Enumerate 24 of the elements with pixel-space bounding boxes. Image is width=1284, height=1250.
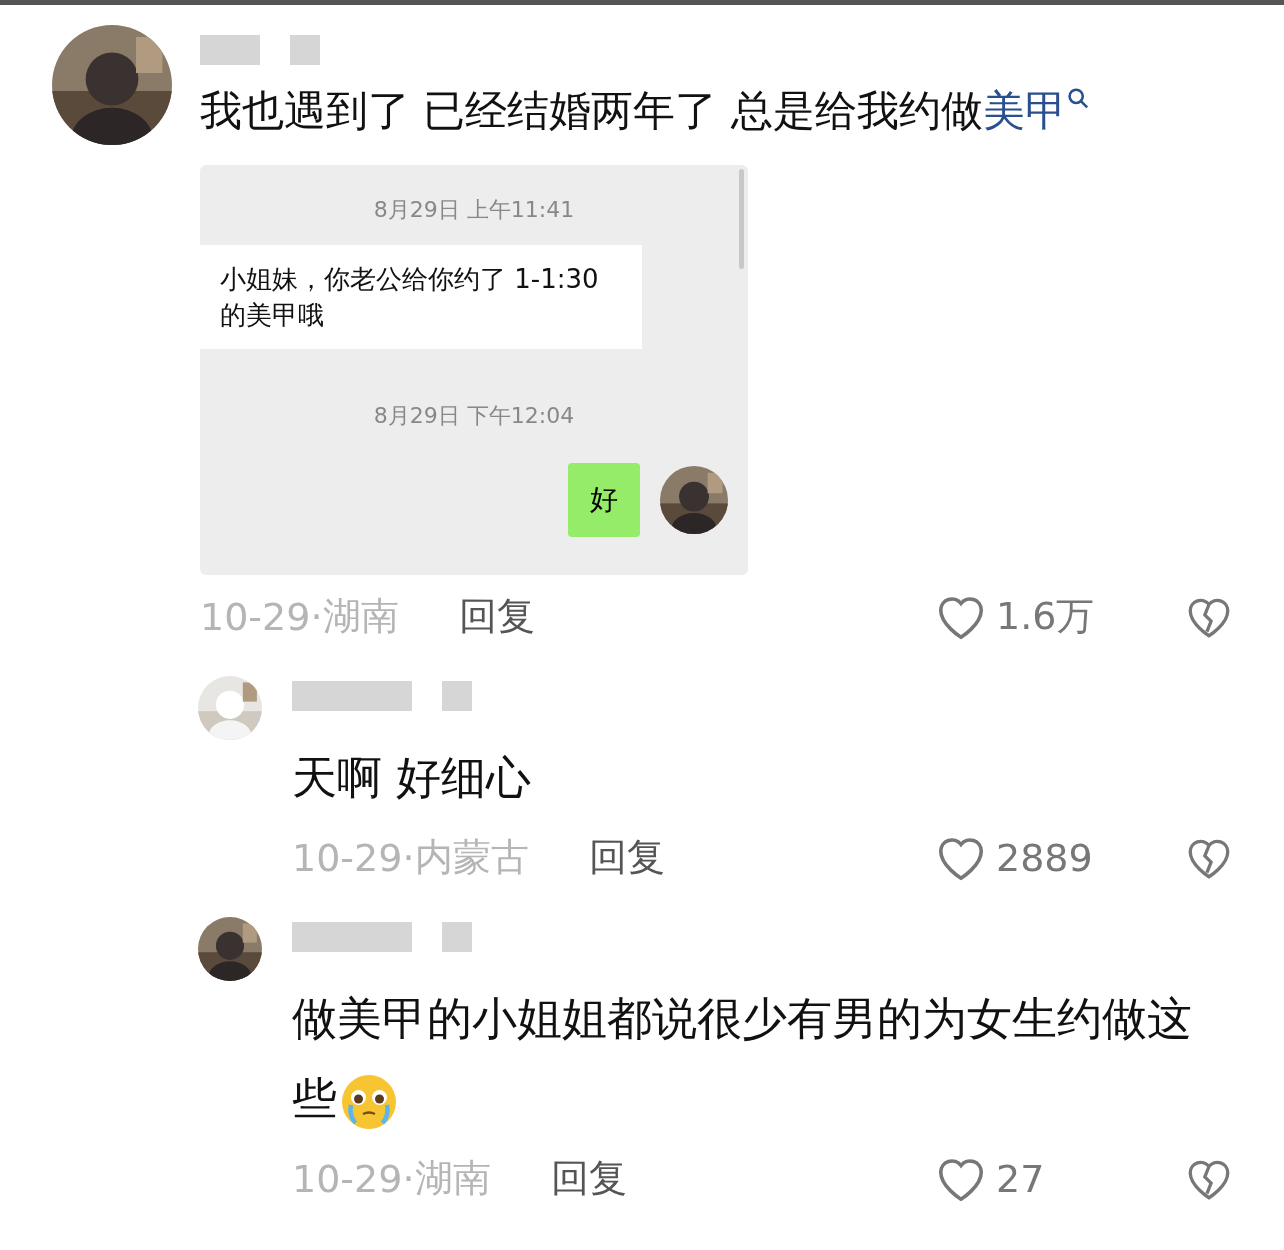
chat-bubble: 小姐妹，你老公给你约了 1-1:30 的美甲哦 bbox=[200, 245, 642, 349]
comment-text: 我也遇到了 已经结婚两年了 总是给我约做美甲 bbox=[200, 81, 1234, 141]
reply-button[interactable]: 回复 bbox=[588, 832, 665, 883]
redacted-name bbox=[442, 681, 472, 711]
keyword-link[interactable]: 美甲 bbox=[982, 86, 1089, 135]
comment-text: 天啊 好细心 bbox=[292, 750, 533, 806]
like-count: 1.6万 bbox=[996, 593, 1095, 640]
comment-date: 10-29· bbox=[200, 594, 323, 639]
comment-location: 内蒙古 bbox=[414, 834, 529, 881]
comment-date: 10-29· bbox=[292, 1156, 415, 1201]
reply-button[interactable]: 回复 bbox=[550, 1153, 627, 1204]
like-count: 2889 bbox=[996, 835, 1093, 880]
redacted-name bbox=[442, 922, 472, 952]
redacted-name bbox=[200, 35, 260, 65]
comment-location: 湖南 bbox=[414, 1155, 491, 1202]
like-count: 27 bbox=[996, 1156, 1045, 1201]
comment-text: 做美甲的小姐姐都说很少有男的为女生约做这些 bbox=[292, 979, 1222, 1139]
chat-bubble: 好 bbox=[568, 463, 640, 537]
chat-timestamp: 8月29日 上午11:41 bbox=[372, 196, 576, 224]
reply-button[interactable]: 回复 bbox=[458, 591, 535, 642]
comment-date: 10-29· bbox=[292, 835, 415, 880]
comment-location: 湖南 bbox=[322, 593, 399, 640]
chat-timestamp: 8月29日 下午12:04 bbox=[372, 402, 576, 430]
redacted-name bbox=[290, 35, 320, 65]
